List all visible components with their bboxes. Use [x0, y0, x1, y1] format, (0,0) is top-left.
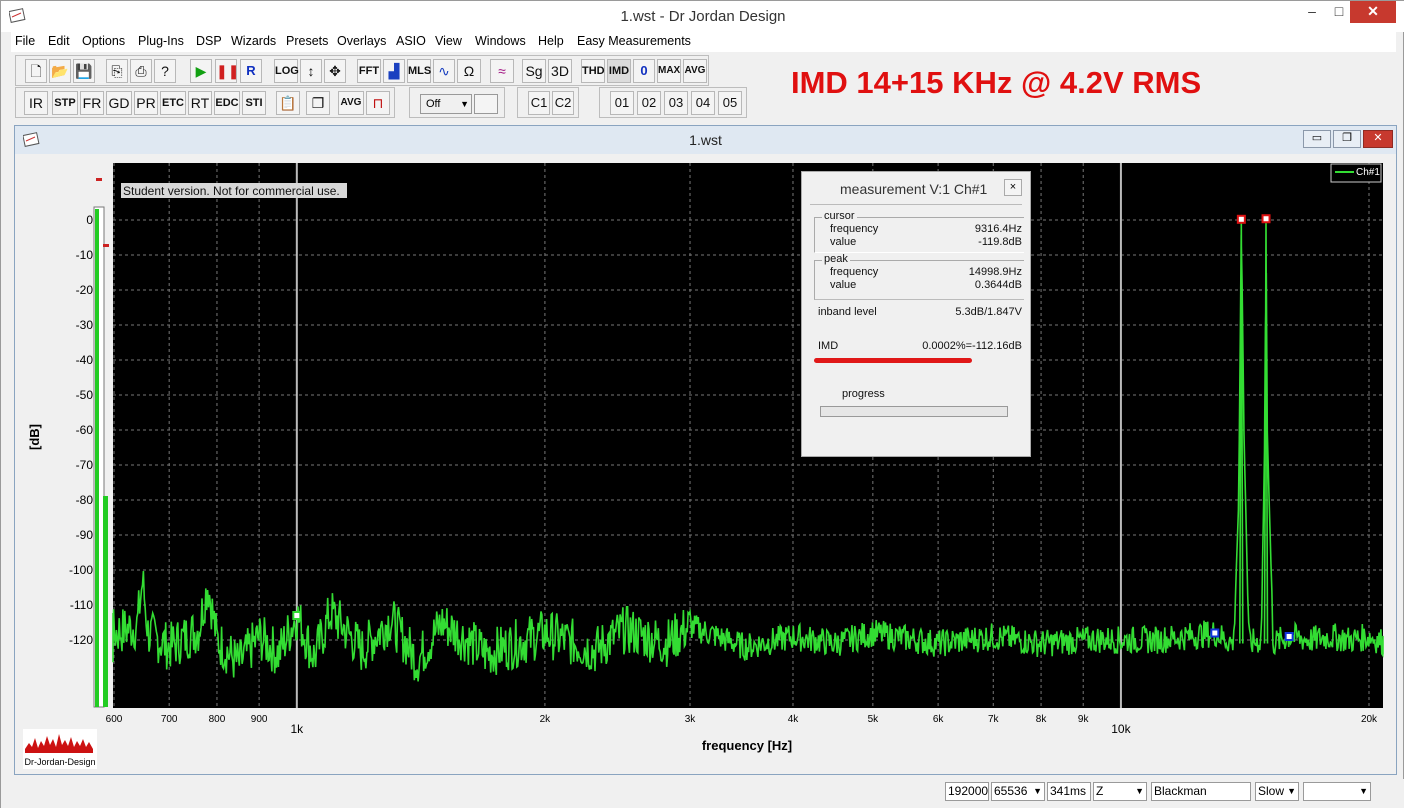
peak-frequency-label: frequency — [830, 266, 879, 278]
logo-text: Dr-Jordan-Design — [24, 757, 95, 767]
x-tick-label: 900 — [251, 714, 268, 725]
peak-group-label: peak — [822, 253, 850, 265]
chevron-down-icon: ▼ — [1287, 786, 1296, 796]
x-tick-label: 5k — [868, 714, 880, 725]
y-tick-label: -30 — [76, 318, 94, 332]
fft-size-value: 65536 — [994, 784, 1028, 798]
level-meter-left — [95, 209, 99, 707]
y-tick-label: -90 — [76, 528, 94, 542]
x-tick-label: 9k — [1078, 714, 1090, 725]
peak-marker — [1236, 214, 1246, 224]
z-select[interactable]: Z ▼ — [1093, 782, 1147, 801]
measurement-title: measurement V:1 Ch#1 — [840, 181, 988, 197]
window-function-field: Blackman — [1151, 782, 1251, 801]
meter-peak-left — [96, 178, 102, 181]
cursor-frequency-label: frequency — [830, 223, 879, 235]
peak-marker — [1261, 214, 1271, 224]
status-bar: 192000 65536 ▼ 341ms Z ▼ Blackman Slow ▼… — [1, 779, 1404, 808]
measurement-close-button[interactable]: × — [1004, 179, 1022, 196]
spectrum-chart: 0 -10 -20 -30 -40 -50 -60 -70 -80 -90 -100 -110 -120… — [23, 161, 1384, 769]
x-tick-label: 3k — [685, 714, 697, 725]
cursor-value: -119.8dB — [978, 236, 1022, 248]
harmonic-marker — [1284, 632, 1294, 641]
divider — [810, 204, 1022, 205]
meter-peak-right — [103, 244, 109, 247]
application-window: 1.wst - Dr Jordan Design – □ ✕ File Edit… — [0, 0, 1404, 808]
imd-label: IMD — [818, 340, 839, 352]
progress-label: progress — [842, 388, 885, 400]
x-tick-label: 1k — [290, 722, 304, 736]
peak-value-label: value — [830, 279, 857, 291]
x-tick-label: 20k — [1361, 714, 1378, 725]
legend-label: Ch#1 — [1356, 167, 1380, 178]
inband-label: inband level — [818, 306, 877, 318]
y-tick-label: -10 — [76, 248, 94, 262]
student-notice: Student version. Not for commercial use. — [123, 184, 340, 198]
y-tick-label: -110 — [70, 598, 93, 612]
sample-rate-field: 192000 — [945, 782, 989, 801]
y-tick-label: -60 — [76, 423, 94, 437]
y-tick-label: -70 — [76, 458, 94, 472]
y-tick-label: -50 — [76, 388, 94, 402]
y-tick-label: 0 — [86, 213, 93, 227]
y-tick-label: -120 — [69, 633, 93, 647]
imd-highlight-underline — [814, 358, 972, 363]
y-tick-label: -40 — [76, 353, 94, 367]
x-axis-label: frequency [Hz] — [702, 738, 792, 753]
x-tick-label: 10k — [1111, 722, 1131, 736]
x-tick-label: 7k — [988, 714, 1000, 725]
inband-value: 5.3dB/1.847V — [955, 306, 1022, 318]
peak-frequency-value: 14998.9Hz — [968, 266, 1022, 278]
duration-field: 341ms — [1047, 782, 1091, 801]
y-tick-label: -20 — [76, 283, 94, 297]
speed-select[interactable]: Slow ▼ — [1255, 782, 1299, 801]
x-tick-label: 600 — [106, 714, 123, 725]
plot-area — [113, 163, 1383, 708]
cursor-value-label: value — [830, 236, 857, 248]
x-tick-label: 8k — [1036, 714, 1048, 725]
cursor-marker — [292, 611, 302, 620]
harmonic-marker — [1210, 628, 1220, 638]
chevron-down-icon: ▼ — [1135, 786, 1144, 796]
imd-value: 0.0002%=-112.16dB — [922, 340, 1022, 352]
z-value: Z — [1096, 784, 1104, 798]
y-axis-label: [dB] — [27, 424, 42, 450]
x-tick-label: 4k — [788, 714, 800, 725]
x-tick-label: 6k — [933, 714, 945, 725]
speed-value: Slow — [1258, 784, 1285, 798]
chevron-down-icon: ▼ — [1359, 786, 1368, 796]
y-tick-label: -100 — [69, 563, 93, 577]
x-tick-label: 800 — [209, 714, 226, 725]
cursor-frequency-value: 9316.4Hz — [974, 223, 1022, 235]
cursor-group-label: cursor — [822, 210, 857, 222]
x-tick-label: 2k — [540, 714, 552, 725]
y-tick-label: -80 — [76, 493, 94, 507]
progress-bar — [820, 406, 1008, 417]
level-meter-right — [103, 496, 108, 707]
x-tick-label: 700 — [161, 714, 178, 725]
measurement-panel: measurement V:1 Ch#1 × cursor frequency … — [801, 171, 1031, 457]
extra-select[interactable]: ▼ — [1303, 782, 1371, 801]
chevron-down-icon: ▼ — [1033, 786, 1042, 796]
fft-size-select[interactable]: 65536 ▼ — [991, 782, 1045, 801]
peak-value: 0.3644dB — [974, 279, 1022, 291]
